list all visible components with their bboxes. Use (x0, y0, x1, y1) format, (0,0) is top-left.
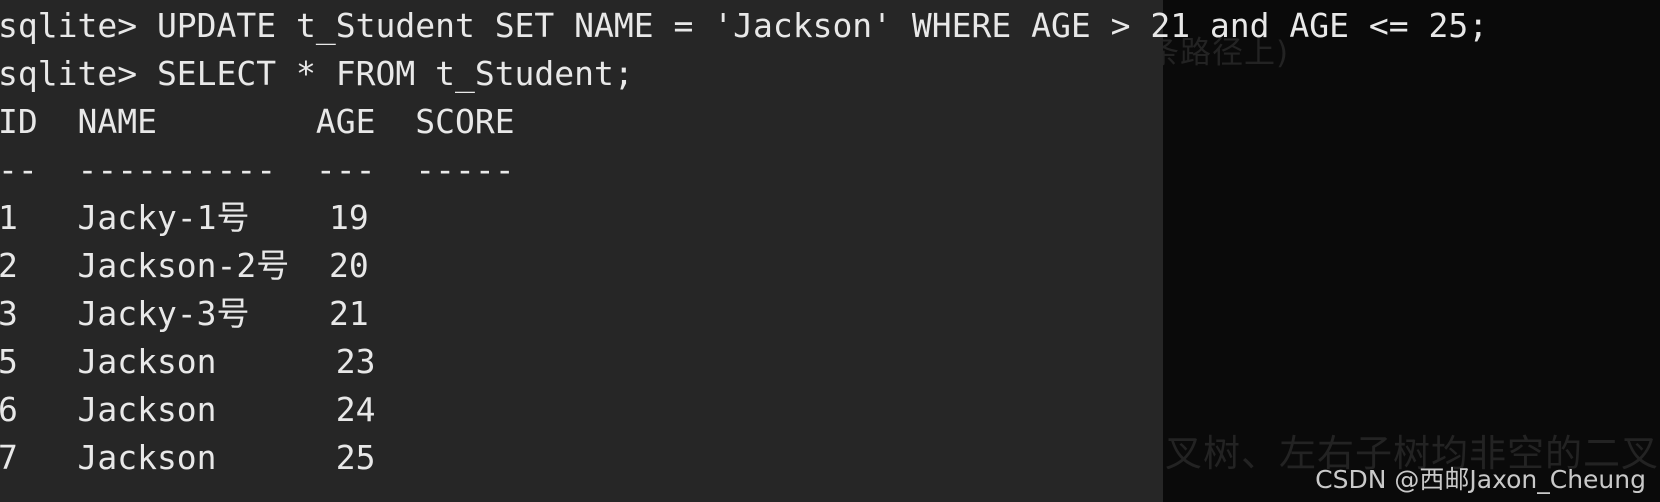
table-row: 1 Jacky-1号 19 (0, 198, 369, 237)
terminal-command-update: sqlite> UPDATE t_Student SET NAME = 'Jac… (0, 6, 1489, 45)
terminal-output[interactable]: sqlite> UPDATE t_Student SET NAME = 'Jac… (0, 0, 1660, 502)
result-table-header: ID NAME AGE SCORE (0, 102, 515, 141)
csdn-watermark: CSDN @西邮Jaxon_Cheung (1315, 465, 1646, 494)
table-row: 6 Jackson 24 (0, 390, 376, 429)
screenshot-root: 条路径上) 叉树、左右子树均非空的二叉树 sqlite> UPDATE t_St… (0, 0, 1660, 502)
terminal-command-select: sqlite> SELECT * FROM t_Student; (0, 54, 634, 93)
table-row: 7 Jackson 25 (0, 438, 376, 477)
result-table-separator: -- ---------- --- ----- (0, 150, 515, 189)
table-row: 2 Jackson-2号 20 (0, 246, 369, 285)
table-row: 5 Jackson 23 (0, 342, 376, 381)
table-row: 3 Jacky-3号 21 (0, 294, 369, 333)
